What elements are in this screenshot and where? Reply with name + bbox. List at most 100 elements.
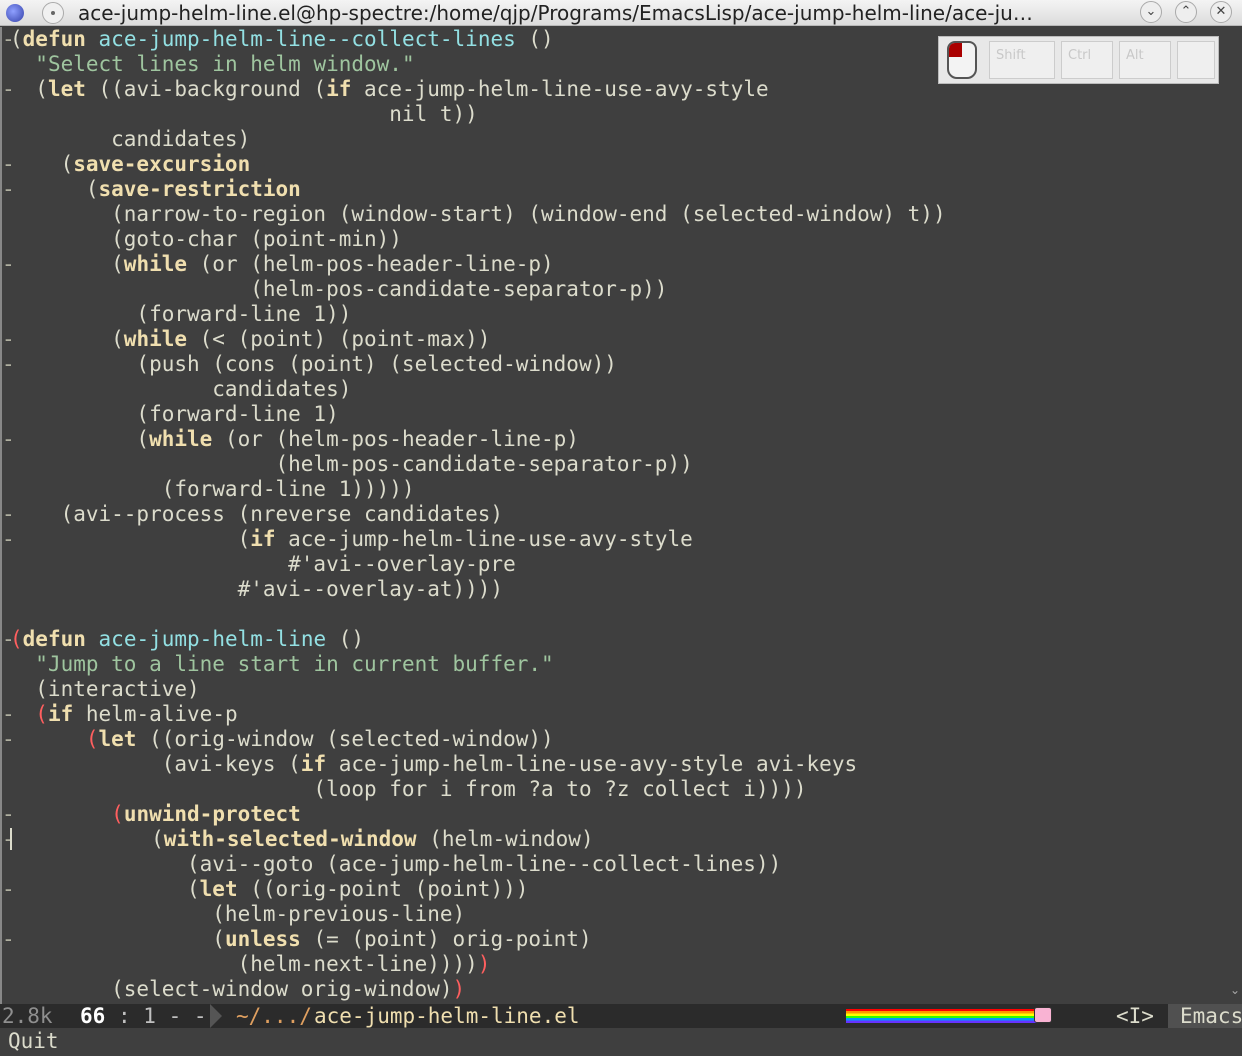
code-token: save-excursion <box>73 152 251 176</box>
code-line[interactable]: (push (cons (point) (selected-window)) <box>10 352 946 377</box>
code-line[interactable]: (avi-keys (if ace-jump-helm-line-use-avy… <box>10 752 946 777</box>
code-token: let <box>47 77 86 101</box>
code-token: (forward-line 1)) <box>10 302 352 326</box>
code-token: ace-jump-helm-line--collect-lines <box>98 27 516 51</box>
code-line[interactable]: (helm-pos-candidate-separator-p)) <box>10 277 946 302</box>
window-title: ace-jump-helm-line.el@hp-spectre:/home/q… <box>78 1 1033 25</box>
minimize-button[interactable]: ⌄ <box>1140 1 1162 23</box>
powerline-separator <box>210 1004 222 1028</box>
code-token: candidates) <box>10 127 251 151</box>
major-mode[interactable]: Emacs <box>1168 1004 1242 1028</box>
buffer-name[interactable]: ace-jump-helm-line.el <box>314 1004 580 1028</box>
code-line[interactable]: (defun ace-jump-helm-line--collect-lines… <box>10 27 946 52</box>
code-token: (helm-next-line)))) <box>10 952 478 976</box>
code-line[interactable] <box>10 602 946 627</box>
code-line[interactable]: "Select lines in helm window." <box>10 52 946 77</box>
code-line[interactable]: (let ((avi-background (if ace-jump-helm-… <box>10 77 946 102</box>
shift-key-indicator: Shift <box>989 41 1055 79</box>
code-line[interactable]: candidates) <box>10 377 946 402</box>
code-line[interactable]: (save-restriction <box>10 177 946 202</box>
code-line[interactable]: (forward-line 1))))) <box>10 477 946 502</box>
code-token: with-selected-window <box>163 827 417 851</box>
code-line[interactable]: (let ((orig-point (point))) <box>10 877 946 902</box>
code-line[interactable]: candidates) <box>10 127 946 152</box>
code-line[interactable]: (if helm-alive-p <box>10 702 946 727</box>
code-line[interactable]: (avi--process (nreverse candidates) <box>10 502 946 527</box>
code-line[interactable]: "Jump to a line start in current buffer.… <box>10 652 946 677</box>
window-menu-button[interactable] <box>42 2 64 24</box>
code-token: ((orig-point (point))) <box>237 877 529 901</box>
key-overlay: Shift Ctrl Alt <box>938 36 1219 84</box>
emacs-app-icon[interactable] <box>6 4 24 22</box>
code-token: unless <box>224 927 301 951</box>
close-button[interactable]: ✕ <box>1210 1 1232 23</box>
code-line[interactable]: (unless (= (point) orig-point) <box>10 927 946 952</box>
code-token: while <box>149 427 213 451</box>
maximize-button[interactable]: ⌃ <box>1175 1 1197 23</box>
mode-line[interactable]: 2.8k 66 : 1 - - ~/.../ ace-jump-helm-lin… <box>0 1004 1242 1028</box>
code-token: (helm-window) <box>416 827 594 851</box>
echo-area: Quit <box>0 1028 1242 1056</box>
editor-buffer[interactable]: - - - - - - - - - - - - - - - - - (defun… <box>0 27 1242 1004</box>
code-token: (forward-line 1) <box>10 402 339 426</box>
code-token: (= (point) orig-point) <box>300 927 592 951</box>
code-token: () <box>515 27 554 51</box>
code-line[interactable]: (loop for i from ?a to ?z collect i)))) <box>10 777 946 802</box>
code-line[interactable]: #'avi--overlay-pre <box>10 552 946 577</box>
code-token: (< (point) (point-max)) <box>187 327 491 351</box>
title-bar: ace-jump-helm-line.el@hp-spectre:/home/q… <box>0 0 1242 26</box>
code-line[interactable]: (helm-previous-line) <box>10 902 946 927</box>
code-token: ((avi-background ( <box>85 77 327 101</box>
code-line[interactable]: (save-excursion <box>10 152 946 177</box>
code-line[interactable]: (helm-next-line))))) <box>10 952 946 977</box>
code-token: helm-alive-p <box>73 702 238 726</box>
code-line[interactable]: #'avi--overlay-at)))) <box>10 577 946 602</box>
code-line[interactable]: (unwind-protect <box>10 802 946 827</box>
code-token: #'avi--overlay-pre <box>10 552 516 576</box>
code-line[interactable]: (defun ace-jump-helm-line () <box>10 627 946 652</box>
code-token: ( <box>10 27 23 51</box>
code-line[interactable]: (interactive) <box>10 677 946 702</box>
buffer-size: 2.8k <box>2 1004 53 1028</box>
code-line[interactable]: (while (or (helm-pos-header-line-p) <box>10 252 946 277</box>
left-fringe: - - - - - - - - - - - - - - - - - <box>2 27 15 951</box>
code-view[interactable]: (defun ace-jump-helm-line--collect-lines… <box>10 27 946 1002</box>
scrollbar[interactable]: ⌄ <box>1228 27 1242 1004</box>
code-token: defun <box>22 27 86 51</box>
code-line[interactable]: (if ace-jump-helm-line-use-avy-style <box>10 527 946 552</box>
code-token: let <box>98 727 137 751</box>
code-token: (forward-line 1))))) <box>10 477 415 501</box>
code-token: ( <box>10 177 99 201</box>
code-token: (loop for i from ?a to ?z collect i)))) <box>10 777 807 801</box>
scroll-down-arrow-icon[interactable]: ⌄ <box>1230 983 1240 997</box>
code-line[interactable]: nil t)) <box>10 102 946 127</box>
code-token: (avi-keys ( <box>10 752 301 776</box>
code-line[interactable]: (avi--goto (ace-jump-helm-line--collect-… <box>10 852 946 877</box>
code-token: () <box>326 627 365 651</box>
code-token: ( <box>10 252 124 276</box>
code-line[interactable]: (forward-line 1) <box>10 402 946 427</box>
code-token: while <box>123 327 188 351</box>
extra-key-indicator <box>1177 41 1215 79</box>
code-token: ace-jump-helm-line-use-avy-style avi-key… <box>326 752 858 776</box>
code-line[interactable]: (narrow-to-region (window-start) (window… <box>10 202 945 227</box>
code-token: ( <box>10 527 251 551</box>
code-token: (helm-previous-line) <box>10 902 466 926</box>
code-line[interactable]: (while (or (helm-pos-header-line-p) <box>10 427 946 452</box>
code-line[interactable]: (goto-char (point-min)) <box>10 227 946 252</box>
code-token: ace-jump-helm-line-use-avy-style <box>275 527 693 551</box>
code-line[interactable]: (while (< (point) (point-max)) <box>10 327 946 352</box>
code-token: ( <box>10 927 225 951</box>
code-line[interactable]: (let ((orig-window (selected-window)) <box>10 727 946 752</box>
code-token: ) <box>477 952 491 976</box>
code-line[interactable]: (forward-line 1)) <box>10 302 946 327</box>
code-token: ( <box>10 327 124 351</box>
code-token: let <box>199 877 238 901</box>
code-line[interactable]: (with-selected-window (helm-window) <box>10 827 946 852</box>
code-token: (goto-char (point-min)) <box>10 227 402 251</box>
code-line[interactable]: (helm-pos-candidate-separator-p)) <box>10 452 946 477</box>
nyan-rainbow <box>846 1009 1046 1023</box>
code-line[interactable]: (select-window orig-window)) <box>10 977 946 1002</box>
